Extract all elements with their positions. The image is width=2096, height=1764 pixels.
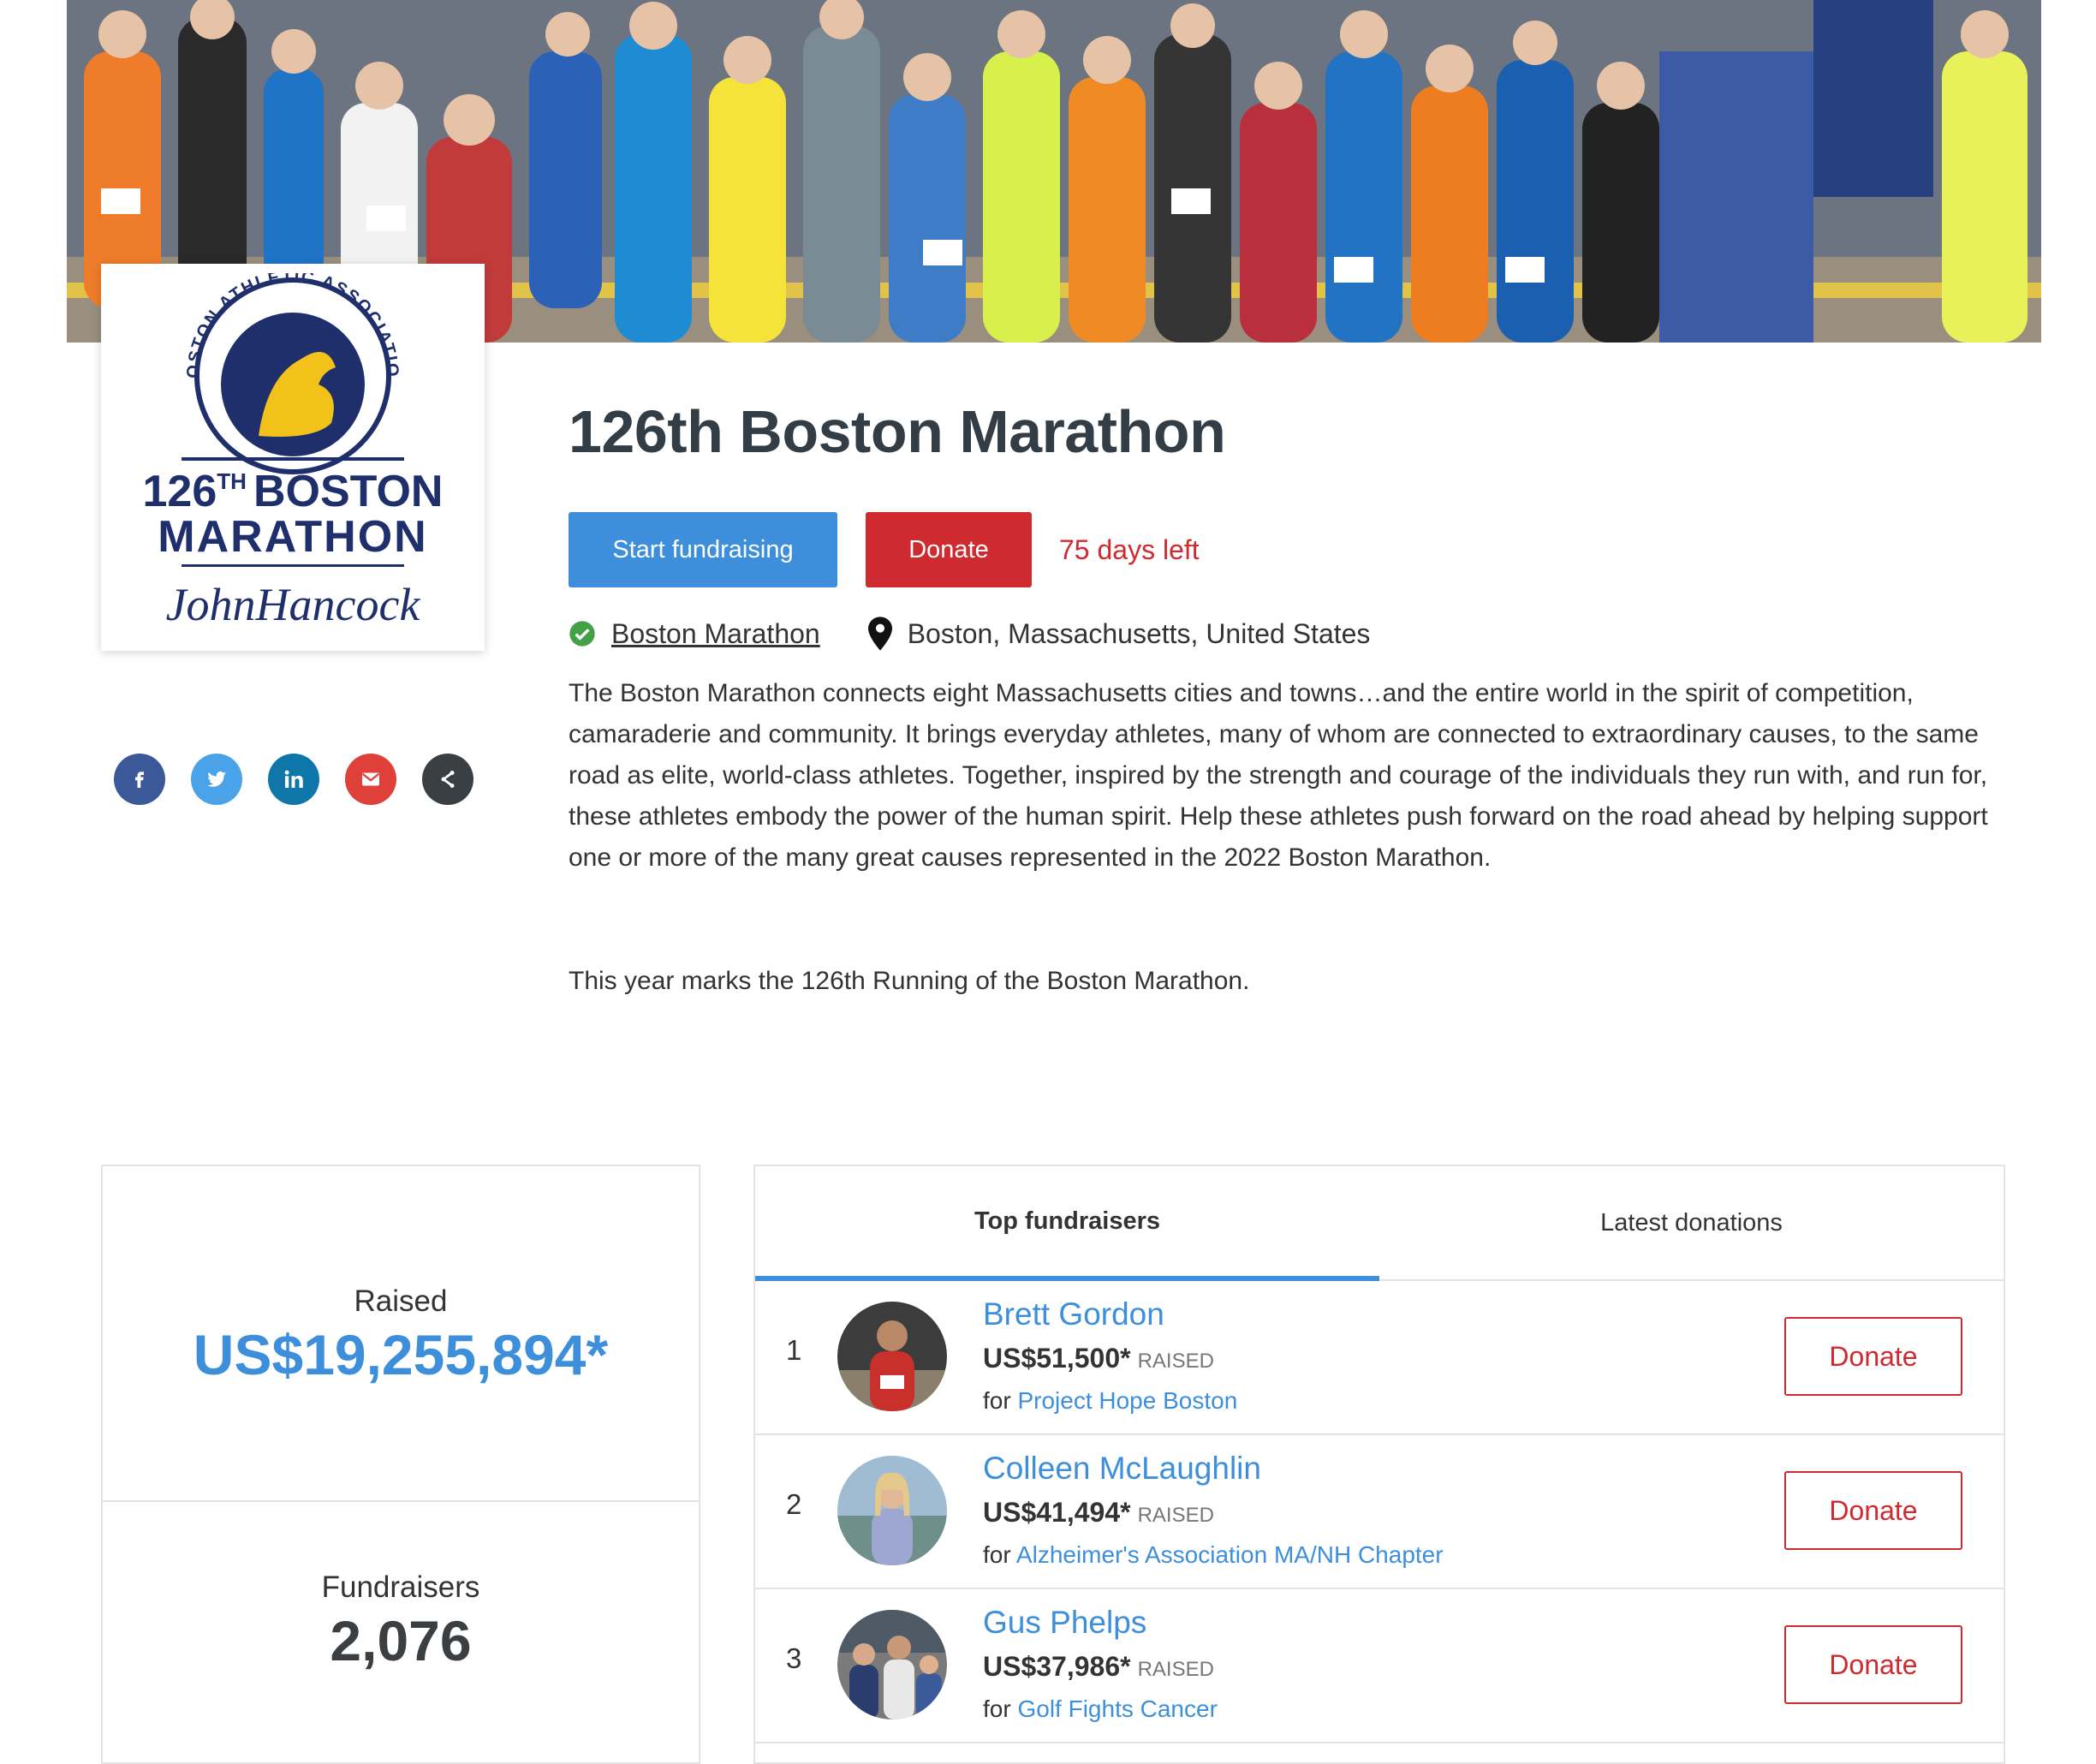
donate-button[interactable]: Donate [866,512,1032,587]
email-icon[interactable] [345,754,396,805]
marathon-logo: BOSTON ATHLETIC ASSOCIATION 126THBOSTON … [130,273,444,630]
share-bar [114,754,473,805]
fundraiser-amount: US$51,500* RAISED [983,1343,1214,1374]
event-description: The Boston Marathon connects eight Massa… [569,679,1988,872]
tab-top-fundraisers[interactable]: Top fundraisers [755,1166,1379,1281]
charity-link[interactable]: Project Hope Boston [1017,1387,1237,1414]
days-left-text: 75 days left [1059,534,1200,565]
logo-number: 126 [143,467,217,516]
raised-tag: RAISED [1137,1350,1214,1373]
tab-latest-donations[interactable]: Latest donations [1379,1166,2004,1279]
fundraiser-donate-button[interactable]: Donate [1784,1471,1962,1550]
fundraiser-amount: US$37,986* RAISED [983,1651,1214,1683]
organizer-link[interactable]: Boston Marathon [611,618,820,650]
linkedin-icon[interactable] [268,754,319,805]
leaderboard-tabs: Top fundraisers Latest donations [755,1166,2004,1281]
raised-label: Raised [354,1284,448,1318]
svg-text:126THBOSTON: 126TH BOSTON [143,467,444,516]
fundraiser-name[interactable]: Colleen McLaughlin [983,1451,1261,1487]
fundraiser-rank: 3 [786,1642,802,1674]
event-description-footer: This year marks the 126th Running of the… [569,967,1250,995]
fundraiser-row: 2 Colleen McLaughlin US$41,494* RAISED fo… [755,1435,2004,1589]
for-label: for [983,1541,1011,1568]
location-text: Boston, Massachusetts, United States [907,617,1371,649]
fundraiser-rank: 2 [786,1488,802,1520]
location: Boston, Massachusetts, United States [867,617,1371,651]
logo-sponsor-signature: JohnHancock [166,579,421,630]
start-fundraising-button[interactable]: Start fundraising [569,512,837,587]
charity-link[interactable]: Alzheimer's Association MA/NH Chapter [1016,1541,1444,1568]
raised-tag: RAISED [1137,1504,1214,1527]
fundraiser-cause: for Project Hope Boston [983,1387,1237,1415]
logo-superscript: TH [217,468,247,494]
share-icon[interactable] [422,754,473,805]
event-logo-card: BOSTON ATHLETIC ASSOCIATION 126THBOSTON … [101,264,485,651]
twitter-icon[interactable] [191,754,242,805]
fundraiser-donate-button[interactable]: Donate [1784,1317,1962,1396]
charity-link[interactable]: Golf Fights Cancer [1017,1695,1217,1722]
logo-marathon-word: MARATHON [158,512,427,562]
for-label: for [983,1695,1011,1722]
fundraiser-amount: US$41,494* RAISED [983,1497,1214,1529]
avatar [837,1610,947,1719]
fundraiser-name[interactable]: Brett Gordon [983,1296,1164,1332]
stats-panel: Raised US$19,255,894* Fundraisers 2,076 [101,1165,700,1764]
fundraiser-row: 3 Gus Phelps US$37,986* RAISED for Golf F… [755,1589,2004,1743]
amount-value: US$51,500* [983,1343,1131,1374]
fundraiser-name[interactable]: Gus Phelps [983,1605,1146,1641]
avatar [837,1302,947,1411]
fundraisers-label: Fundraisers [321,1570,480,1604]
fundraiser-rank: 1 [786,1334,802,1366]
for-label: for [983,1387,1011,1414]
facebook-icon[interactable] [114,754,165,805]
fundraiser-row: 1 Brett Gordon US$51,500* RAISED for Proj… [755,1281,2004,1435]
raised-tag: RAISED [1137,1658,1214,1681]
amount-value: US$41,494* [983,1497,1131,1528]
map-pin-icon [867,617,892,651]
stats-divider [103,1500,699,1502]
amount-value: US$37,986* [983,1651,1131,1682]
verified-check-icon [569,620,596,647]
fundraisers-count: 2,076 [330,1609,472,1672]
fundraiser-cause: for Alzheimer's Association MA/NH Chapte… [983,1541,1444,1569]
avatar [837,1456,947,1565]
logo-boston-word: BOSTON [253,467,444,516]
fundraiser-donate-button[interactable]: Donate [1784,1625,1962,1704]
fundraiser-cause: for Golf Fights Cancer [983,1695,1218,1723]
leaderboard: Top fundraisers Latest donations 1 Brett… [753,1165,2005,1764]
raised-amount: US$19,255,894* [193,1323,609,1386]
page-title: 126th Boston Marathon [569,398,1226,465]
organizer-row: Boston Marathon Boston, Massachusetts, U… [569,617,1370,651]
